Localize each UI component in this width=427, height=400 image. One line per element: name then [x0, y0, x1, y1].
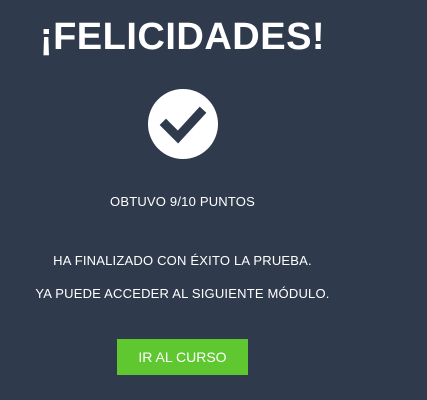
success-message-line-2: YA PUEDE ACCEDER AL SIGUIENTE MÓDULO.	[35, 286, 330, 301]
quiz-result-screen: ¡FELICIDADES! OBTUVO 9/10 PUNTOS HA FINA…	[0, 0, 427, 400]
success-message-line-1: HA FINALIZADO CON ÉXITO LA PRUEBA.	[53, 253, 312, 268]
page-title: ¡FELICIDADES!	[39, 16, 326, 58]
check-circle-icon	[148, 89, 218, 159]
go-to-course-button[interactable]: IR AL CURSO	[117, 339, 248, 375]
score-text: OBTUVO 9/10 PUNTOS	[110, 194, 255, 209]
